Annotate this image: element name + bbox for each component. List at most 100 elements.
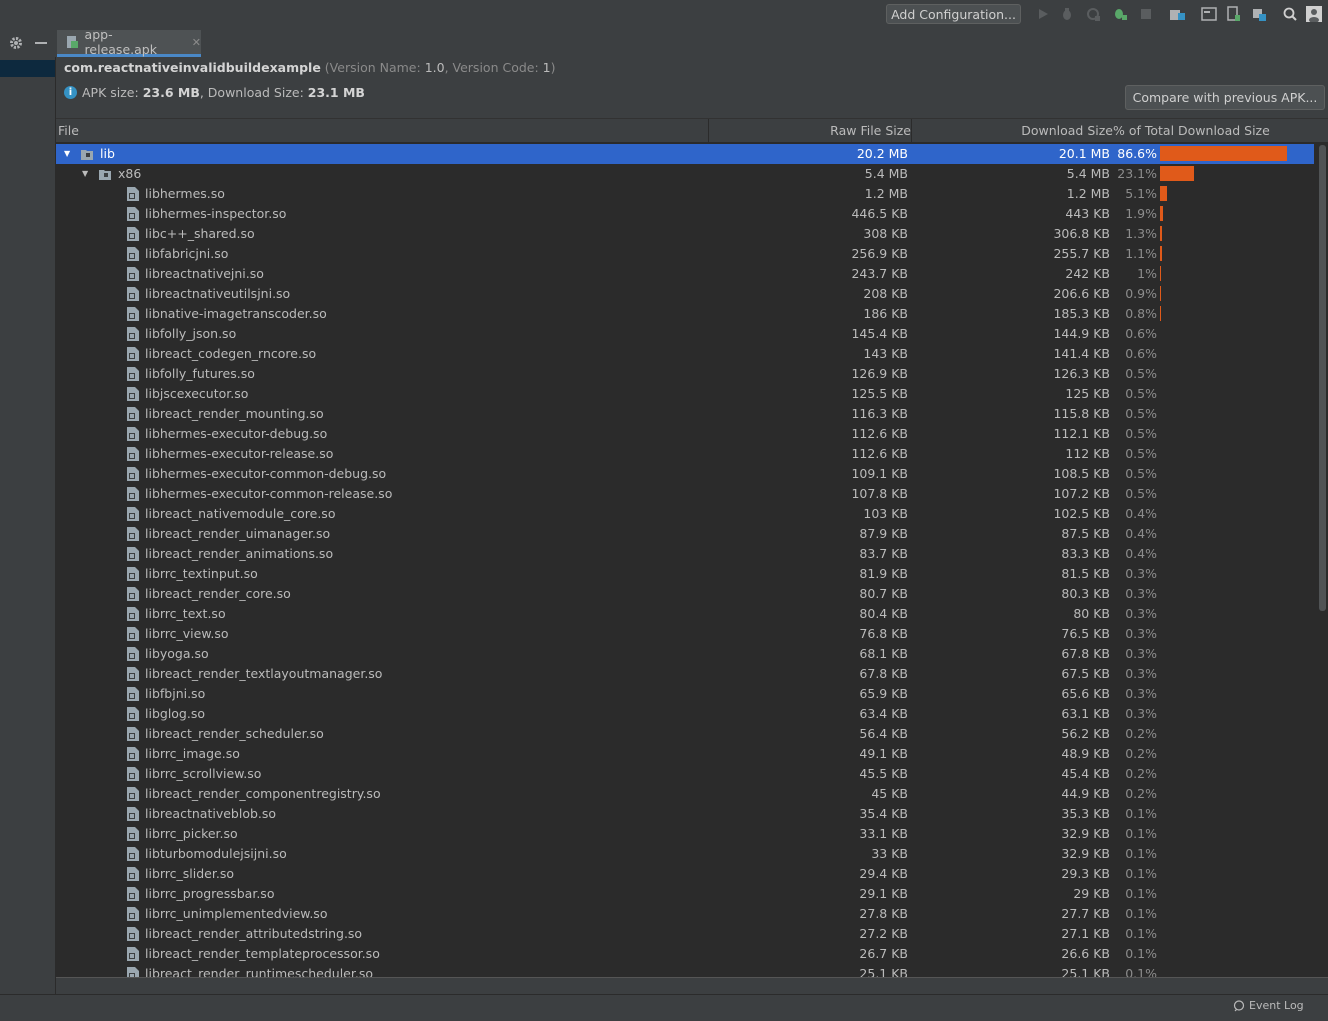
table-row[interactable]: libhermes.so 1.2 MB 1.2 MB 5.1%	[56, 184, 1314, 204]
table-row[interactable]: libfolly_futures.so 126.9 KB 126.3 KB 0.5%	[56, 364, 1314, 384]
debug-icon[interactable]	[1059, 6, 1075, 22]
download-size: 45.4 KB	[1061, 766, 1110, 781]
column-header-file[interactable]: File	[58, 119, 79, 142]
file-name: libreact_render_attributedstring.so	[145, 926, 363, 941]
table-row[interactable]: libreact_render_componentregistry.so 45 K…	[56, 784, 1314, 804]
table-row[interactable]: libc++_shared.so 308 KB 306.8 KB 1.3%	[56, 224, 1314, 244]
size-bar	[1160, 306, 1161, 321]
table-row[interactable]: libreact_render_core.so 80.7 KB 80.3 KB 0.3…	[56, 584, 1314, 604]
column-separator[interactable]	[708, 119, 709, 142]
chevron-down-icon[interactable]: ▼	[64, 144, 76, 164]
tree-folder-row[interactable]: ▼ lib 20.2 MB 20.1 MB 86.6%	[56, 144, 1314, 164]
table-row[interactable]: librrc_progressbar.so 29.1 KB 29 KB 0.1%	[56, 884, 1314, 904]
table-row[interactable]: librrc_image.so 49.1 KB 48.9 KB 0.2%	[56, 744, 1314, 764]
vertical-scrollbar-thumb[interactable]	[1319, 145, 1326, 611]
table-row[interactable]: librrc_text.so 80.4 KB 80 KB 0.3%	[56, 604, 1314, 624]
table-row[interactable]: libhermes-executor-release.so 112.6 KB 112…	[56, 444, 1314, 464]
so-file-icon	[127, 767, 139, 781]
tab-title: app-release.apk	[84, 27, 157, 57]
table-row[interactable]: librrc_slider.so 29.4 KB 29.3 KB 0.1%	[56, 864, 1314, 884]
apply-changes-icon[interactable]	[1112, 6, 1128, 22]
table-row[interactable]: libreact_render_scheduler.so 56.4 KB 56.2 …	[56, 724, 1314, 744]
stop-icon[interactable]	[1138, 6, 1154, 22]
table-row[interactable]: libfabricjni.so 256.9 KB 255.7 KB 1.1%	[56, 244, 1314, 264]
file-name: libjscexecutor.so	[145, 386, 249, 401]
tab-app-release-apk[interactable]: app-release.apk ✕	[57, 27, 201, 57]
so-file-icon	[127, 267, 139, 281]
table-row[interactable]: libglog.so 63.4 KB 63.1 KB 0.3%	[56, 704, 1314, 724]
add-configuration-button[interactable]: Add Configuration...	[886, 4, 1021, 24]
table-row[interactable]: libreact_render_attributedstring.so 27.2 …	[56, 924, 1314, 944]
size-bar	[1160, 286, 1161, 301]
table-row[interactable]: libreact_render_textlayoutmanager.so 67.8…	[56, 664, 1314, 684]
download-size: 56.2 KB	[1061, 726, 1110, 741]
raw-file-size: 35.4 KB	[859, 806, 908, 821]
download-size: 67.5 KB	[1061, 666, 1110, 681]
percent-of-total: 5.1%	[1125, 186, 1157, 201]
raw-file-size: 29.1 KB	[859, 886, 908, 901]
table-row[interactable]: libreactnativejni.so 243.7 KB 242 KB 1%	[56, 264, 1314, 284]
file-name: librrc_view.so	[145, 626, 229, 641]
table-row[interactable]: libfolly_json.so 145.4 KB 144.9 KB 0.6%	[56, 324, 1314, 344]
file-name: libglog.so	[145, 706, 206, 721]
table-row[interactable]: libreactnativeutilsjni.so 208 KB 206.6 KB 0…	[56, 284, 1314, 304]
table-row[interactable]: libreact_render_mounting.so 116.3 KB 115.8…	[56, 404, 1314, 424]
table-row[interactable]: libreact_render_templateprocessor.so 26.7…	[56, 944, 1314, 964]
table-row[interactable]: librrc_textinput.so 81.9 KB 81.5 KB 0.3%	[56, 564, 1314, 584]
avatar-icon[interactable]	[1306, 6, 1322, 22]
tree-folder-row[interactable]: ▼ x86 5.4 MB 5.4 MB 23.1%	[56, 164, 1314, 184]
sdk-manager-icon[interactable]	[1201, 6, 1217, 22]
raw-file-size: 109.1 KB	[851, 466, 908, 481]
download-size: 44.9 KB	[1061, 786, 1110, 801]
event-log-button[interactable]: Event Log	[1233, 999, 1304, 1012]
column-header-raw-size[interactable]: Raw File Size	[830, 119, 911, 142]
so-file-icon	[127, 407, 139, 421]
so-file-icon	[127, 647, 139, 661]
chevron-down-icon[interactable]: ▼	[82, 164, 94, 184]
file-name: libhermes.so	[145, 186, 225, 201]
so-file-icon	[127, 227, 139, 241]
download-size: 242 KB	[1065, 266, 1110, 281]
table-row[interactable]: libhermes-executor-common-release.so 107.…	[56, 484, 1314, 504]
table-row[interactable]: libyoga.so 68.1 KB 67.8 KB 0.3%	[56, 644, 1314, 664]
table-row[interactable]: librrc_scrollview.so 45.5 KB 45.4 KB 0.2%	[56, 764, 1314, 784]
table-row[interactable]: libhermes-inspector.so 446.5 KB 443 KB 1.9%	[56, 204, 1314, 224]
percent-of-total: 0.1%	[1125, 846, 1157, 861]
table-row[interactable]: libreact_render_animations.so 83.7 KB 83.3…	[56, 544, 1314, 564]
column-separator[interactable]	[911, 119, 912, 142]
profile-icon[interactable]	[1085, 6, 1101, 22]
table-row[interactable]: libreact_render_uimanager.so 87.9 KB 87.5 …	[56, 524, 1314, 544]
so-file-icon	[127, 947, 139, 961]
project-structure-icon[interactable]	[1170, 6, 1186, 22]
table-row[interactable]: librrc_unimplementedview.so 27.8 KB 27.7 K…	[56, 904, 1314, 924]
table-row[interactable]: libfbjni.so 65.9 KB 65.6 KB 0.3%	[56, 684, 1314, 704]
device-manager-icon[interactable]	[1225, 6, 1241, 22]
gear-icon[interactable]	[9, 36, 23, 50]
table-row[interactable]: libreactnativeblob.so 35.4 KB 35.3 KB 0.1%	[56, 804, 1314, 824]
download-size: 112 KB	[1065, 446, 1110, 461]
table-row[interactable]: libreact_render_runtimescheduler.so 25.1 …	[56, 964, 1314, 977]
file-name: libnative-imagetranscoder.so	[145, 306, 327, 321]
search-icon[interactable]	[1282, 6, 1298, 22]
raw-file-size: 116.3 KB	[851, 406, 908, 421]
run-icon[interactable]	[1035, 6, 1051, 22]
so-file-icon	[127, 607, 139, 621]
table-row[interactable]: librrc_view.so 76.8 KB 76.5 KB 0.3%	[56, 624, 1314, 644]
table-row[interactable]: librrc_picker.so 33.1 KB 32.9 KB 0.1%	[56, 824, 1314, 844]
close-icon[interactable]: ✕	[192, 36, 201, 49]
sync-icon[interactable]	[1251, 6, 1267, 22]
table-row[interactable]: libturbomodulejsijni.so 33 KB 32.9 KB 0.1%	[56, 844, 1314, 864]
column-header-percent[interactable]: % of Total Download Size	[1113, 119, 1270, 142]
table-row[interactable]: libreact_nativemodule_core.so 103 KB 102.5…	[56, 504, 1314, 524]
table-row[interactable]: libnative-imagetranscoder.so 186 KB 185.3 …	[56, 304, 1314, 324]
compare-with-previous-apk-button[interactable]: Compare with previous APK...	[1125, 85, 1325, 110]
table-row[interactable]: libjscexecutor.so 125.5 KB 125 KB 0.5%	[56, 384, 1314, 404]
table-row[interactable]: libhermes-executor-debug.so 112.6 KB 112.1…	[56, 424, 1314, 444]
table-row[interactable]: libhermes-executor-common-debug.so 109.1 …	[56, 464, 1314, 484]
download-size: 125 KB	[1065, 386, 1110, 401]
minimize-icon[interactable]	[35, 42, 47, 44]
column-header-download-size[interactable]: Download Size	[1021, 119, 1113, 142]
file-name: libreact_render_templateprocessor.so	[145, 946, 380, 961]
table-row[interactable]: libreact_codegen_rncore.so 143 KB 141.4 KB…	[56, 344, 1314, 364]
download-size: 80.3 KB	[1061, 586, 1110, 601]
